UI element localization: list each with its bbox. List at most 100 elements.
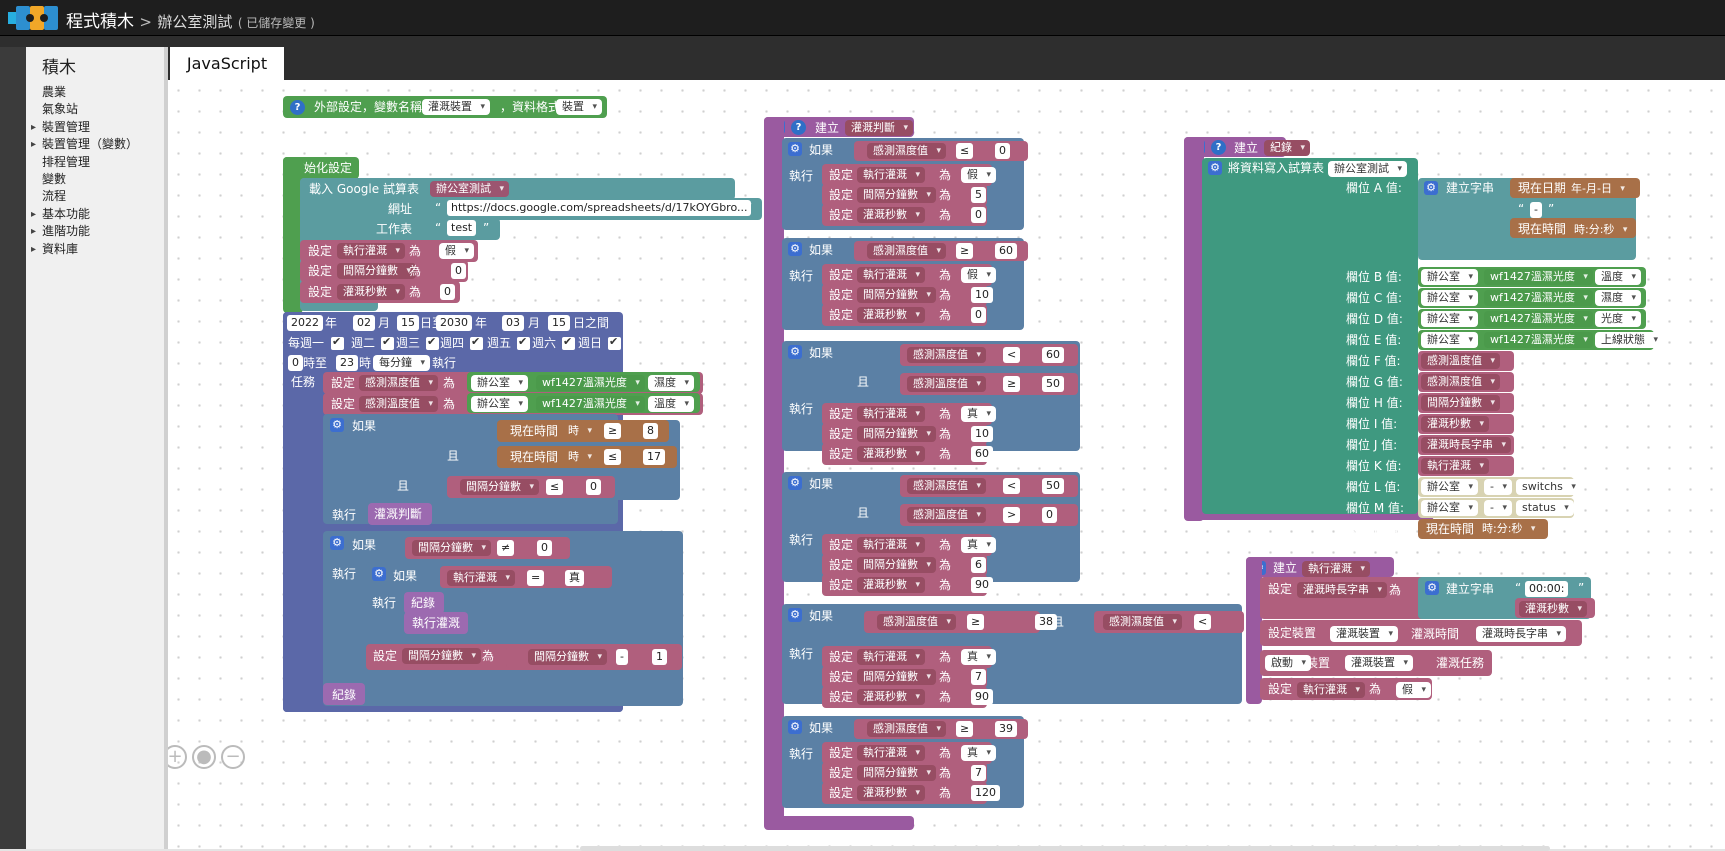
dropdown-field[interactable]: wf1427溫濕光度: [1484, 311, 1593, 327]
value-field[interactable]: 真: [565, 570, 584, 586]
gear-icon[interactable]: ⚙: [1208, 161, 1222, 175]
weekday-checkbox[interactable]: [381, 335, 394, 350]
value-field[interactable]: 0: [971, 307, 986, 323]
dropdown-field[interactable]: 濕度: [1595, 290, 1641, 306]
dropdown-field[interactable]: 執行灌溉: [337, 243, 405, 259]
dropdown-field[interactable]: 灌溉秒數: [857, 207, 925, 223]
value-field[interactable]: 5: [971, 187, 986, 203]
dropdown-field[interactable]: 感測濕度值: [867, 143, 946, 159]
value-field[interactable]: 60: [971, 446, 993, 462]
dropdown-field[interactable]: 執行灌溉: [1297, 682, 1365, 698]
value-field[interactable]: ≥: [967, 614, 985, 630]
dropdown-field[interactable]: 間隔分鐘數: [857, 187, 936, 203]
dropdown-field[interactable]: 灌溉秒數: [1519, 601, 1587, 617]
value-field[interactable]: <: [1194, 614, 1212, 630]
dropdown-field[interactable]: status: [1516, 500, 1574, 516]
dropdown-field[interactable]: 溫度: [648, 396, 694, 412]
dropdown-field[interactable]: 上線狀態: [1595, 332, 1663, 348]
dropdown-field[interactable]: wf1427溫濕光度: [1484, 269, 1593, 285]
value-field[interactable]: -: [1530, 202, 1542, 218]
value-field[interactable]: 50: [1042, 376, 1064, 392]
dropdown-field[interactable]: 感測溫度值: [907, 507, 986, 523]
dropdown-field[interactable]: 間隔分鐘數: [857, 287, 936, 303]
gear-icon[interactable]: ⚙: [788, 476, 802, 490]
gear-icon[interactable]: ⚙: [372, 567, 386, 581]
value-field[interactable]: 10: [971, 426, 993, 442]
value-field[interactable]: 0: [971, 207, 986, 223]
value-field[interactable]: >: [1003, 507, 1021, 523]
dropdown-field[interactable]: 灌溉秒數: [857, 307, 925, 323]
dropdown-field[interactable]: 灌溉判斷: [845, 120, 913, 136]
dropdown-field[interactable]: switchs: [1516, 479, 1581, 495]
category-item[interactable]: 裝置管理（變數）: [26, 136, 164, 154]
gear-icon[interactable]: ⚙: [330, 536, 344, 550]
dropdown-field[interactable]: 溫度: [1595, 269, 1641, 285]
value-field[interactable]: ≥: [604, 423, 622, 439]
dropdown-field[interactable]: 感測濕度值: [907, 478, 986, 494]
value-field[interactable]: 50: [1042, 478, 1064, 494]
dropdown-field[interactable]: 真: [961, 745, 996, 761]
dropdown-field[interactable]: 執行灌溉: [1302, 561, 1370, 577]
block-workspace[interactable]: + ● − ?外部設定，變數名稱灌溉裝置，資料格式裝置初始化設定載入 Googl…: [168, 80, 1725, 849]
dropdown-field[interactable]: 執行灌溉: [447, 570, 515, 586]
dropdown-field[interactable]: 感測溫度值: [359, 396, 438, 412]
dropdown-field[interactable]: 辦公室: [1421, 290, 1478, 306]
dropdown-field[interactable]: 灌溉裝置: [1345, 655, 1413, 671]
dropdown-field[interactable]: 年-月-日: [1565, 181, 1630, 197]
dropdown-field[interactable]: 灌溉秒數: [857, 446, 925, 462]
value-field[interactable]: 0: [440, 284, 455, 300]
value-field[interactable]: ≥: [956, 721, 974, 737]
category-item[interactable]: 裝置管理: [26, 119, 164, 137]
weekday-checkbox[interactable]: [562, 335, 575, 350]
dropdown-field[interactable]: 假: [439, 243, 474, 259]
category-item[interactable]: 基本功能: [26, 206, 164, 224]
dropdown-field[interactable]: 辦公室: [1421, 332, 1478, 348]
dropdown-field[interactable]: 辦公室: [471, 396, 528, 412]
value-field[interactable]: 0: [451, 263, 466, 279]
value-field[interactable]: 03: [502, 315, 524, 331]
dropdown-field[interactable]: 灌溉時長字串: [1421, 437, 1511, 453]
dropdown-field[interactable]: 辦公室: [1421, 311, 1478, 327]
gear-icon[interactable]: ⚙: [1425, 581, 1439, 595]
dropdown-field[interactable]: 感測濕度值: [1103, 614, 1182, 630]
app-name[interactable]: 程式積木: [66, 12, 134, 32]
gear-icon[interactable]: ⚙: [788, 242, 802, 256]
category-item[interactable]: 排程管理: [26, 154, 164, 171]
dropdown-field[interactable]: 灌溉秒數: [857, 785, 925, 801]
dropdown-field[interactable]: 灌溉秒數: [337, 284, 405, 300]
gear-icon[interactable]: ⚙: [788, 608, 802, 622]
dropdown-field[interactable]: 感測溫度值: [877, 614, 956, 630]
variable-name-dropdown[interactable]: 灌溉裝置: [422, 99, 490, 115]
category-item[interactable]: 氣象站: [26, 101, 164, 118]
category-item[interactable]: 農業: [26, 84, 164, 101]
value-field[interactable]: 60: [995, 243, 1017, 259]
value-field[interactable]: ≥: [956, 243, 974, 259]
weekday-checkbox[interactable]: [470, 335, 483, 350]
dropdown-field[interactable]: 執行灌溉: [857, 167, 925, 183]
dropdown-field[interactable]: 感測濕度值: [1421, 374, 1500, 390]
dropdown-field[interactable]: 濕度: [648, 375, 694, 391]
dropdown-field[interactable]: wf1427溫濕光度: [536, 396, 645, 412]
dropdown-field[interactable]: 執行灌溉: [857, 406, 925, 422]
value-field[interactable]: 8: [643, 423, 658, 439]
sheet-dropdown[interactable]: 辦公室測試: [430, 181, 509, 197]
sheet-name-field[interactable]: test: [447, 220, 477, 236]
value-field[interactable]: ≠: [497, 540, 515, 556]
dropdown-field[interactable]: 間隔分鐘數: [857, 669, 936, 685]
value-field[interactable]: 2022: [287, 315, 323, 331]
value-field[interactable]: 17: [643, 449, 665, 465]
project-name[interactable]: 辦公室測試: [157, 13, 232, 31]
dropdown-field[interactable]: 啟動: [1265, 655, 1311, 671]
value-field[interactable]: 39: [995, 721, 1017, 737]
dropdown-field[interactable]: 光度: [1595, 311, 1641, 327]
category-item[interactable]: 變數: [26, 171, 164, 188]
value-field[interactable]: 00:00:: [1525, 581, 1569, 597]
dropdown-field[interactable]: 灌溉秒數: [857, 577, 925, 593]
dropdown-field[interactable]: 真: [961, 649, 996, 665]
value-field[interactable]: 0: [537, 540, 552, 556]
dropdown-field[interactable]: 間隔分鐘數: [1421, 395, 1500, 411]
weekday-checkbox[interactable]: [426, 335, 439, 350]
dropdown-field[interactable]: 間隔分鐘數: [460, 479, 539, 495]
value-field[interactable]: 02: [353, 315, 375, 331]
dropdown-field[interactable]: 辦公室: [1421, 269, 1478, 285]
